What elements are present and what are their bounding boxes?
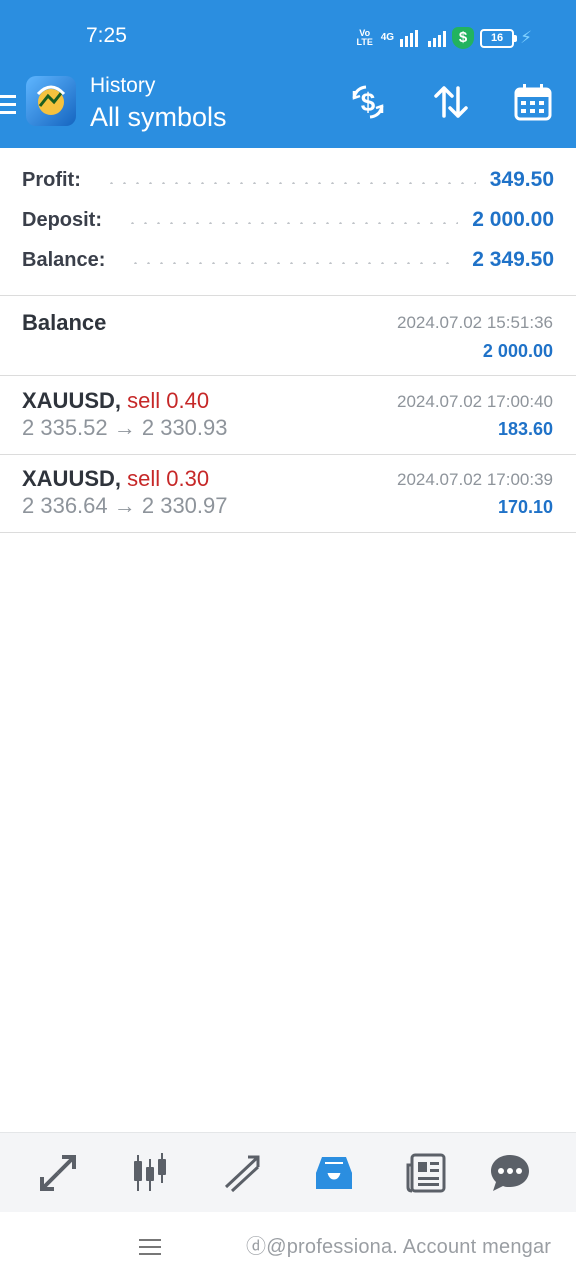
symbol-filter-label[interactable]: All symbols — [90, 102, 227, 133]
quotes-icon[interactable] — [30, 1145, 86, 1201]
signal-icon-2 — [428, 29, 447, 47]
trade-title: XAUUSD, sell 0.40 — [22, 388, 209, 414]
status-bar: 7:25 Vo LTE 4G $ 16 ⚡ — [0, 0, 576, 70]
dollar-refresh-icon[interactable]: $ — [346, 80, 390, 124]
app-bar: History All symbols $ — [0, 70, 576, 148]
balance-value: 2 349.50 — [472, 248, 554, 271]
item-amount: 170.10 — [497, 497, 553, 517]
summary-row-balance: Balance: 2 349.50 — [22, 245, 554, 275]
history-icon[interactable] — [306, 1145, 362, 1201]
system-navigation: ⓓ@professiona. Account mengar — [0, 1212, 576, 1280]
trade-symbol: XAUUSD, — [22, 388, 122, 413]
news-icon[interactable] — [398, 1145, 454, 1201]
profit-label: Profit: — [22, 168, 81, 191]
battery-icon: 16 — [480, 28, 518, 48]
profit-value: 349.50 — [489, 168, 554, 191]
item-date: 2024.07.02 17:00:40 — [397, 392, 553, 411]
recent-apps-icon[interactable] — [139, 1234, 161, 1256]
security-shield-icon: $ — [452, 27, 475, 49]
account-summary: Profit: 349.50 Deposit: 2 000.00 Balance… — [0, 148, 576, 296]
sort-arrows-icon[interactable] — [429, 80, 473, 124]
dotted-leader — [104, 182, 476, 184]
signal-icon — [400, 29, 419, 47]
trade-prices: 2 335.52 → 2 330.93 — [22, 415, 228, 440]
trade-title: XAUUSD, sell 0.30 — [22, 466, 209, 492]
item-date: 2024.07.02 15:51:36 — [397, 313, 553, 332]
item-title: Balance — [22, 310, 107, 335]
trade-symbol: XAUUSD, — [22, 466, 122, 491]
list-item-trade[interactable]: XAUUSD, sell 0.30 2 336.64 → 2 330.97 20… — [0, 455, 576, 533]
dotted-leader — [129, 262, 459, 264]
item-amount: 183.60 — [497, 419, 553, 439]
messages-icon[interactable] — [482, 1145, 538, 1201]
calendar-icon[interactable] — [511, 80, 555, 124]
item-date: 2024.07.02 17:00:39 — [397, 470, 553, 489]
summary-row-deposit: Deposit: 2 000.00 — [22, 205, 554, 235]
list-item-balance[interactable]: Balance 2024.07.02 15:51:36 2 000.00 — [0, 296, 576, 376]
summary-row-profit: Profit: 349.50 — [22, 165, 554, 195]
volte-indicator: Vo LTE — [356, 28, 373, 47]
status-icons: Vo LTE 4G $ 16 ⚡ — [355, 24, 532, 52]
trade-side: sell 0.30 — [127, 466, 210, 491]
deposit-value: 2 000.00 — [472, 208, 554, 231]
watermark-text: ⓓ@professiona. Account mengar — [246, 1236, 552, 1258]
svg-text:$: $ — [361, 87, 376, 117]
network-type-label: 4G — [380, 32, 395, 43]
trade-side: sell 0.40 — [127, 388, 210, 413]
charging-icon: ⚡ — [520, 28, 532, 47]
app-logo-icon[interactable] — [26, 76, 76, 126]
trade-icon[interactable] — [214, 1145, 270, 1201]
balance-label: Balance: — [22, 248, 106, 271]
list-item-trade[interactable]: XAUUSD, sell 0.40 2 335.52 → 2 330.93 20… — [0, 376, 576, 455]
deposit-label: Deposit: — [22, 208, 102, 231]
chart-icon[interactable] — [122, 1145, 178, 1201]
app-bar-title: History — [90, 74, 156, 97]
dotted-leader — [126, 222, 459, 224]
status-time: 7:25 — [86, 24, 127, 47]
item-amount: 2 000.00 — [482, 341, 553, 361]
menu-icon[interactable] — [0, 90, 18, 120]
trade-prices: 2 336.64 → 2 330.97 — [22, 493, 228, 518]
bottom-navigation — [0, 1132, 576, 1213]
